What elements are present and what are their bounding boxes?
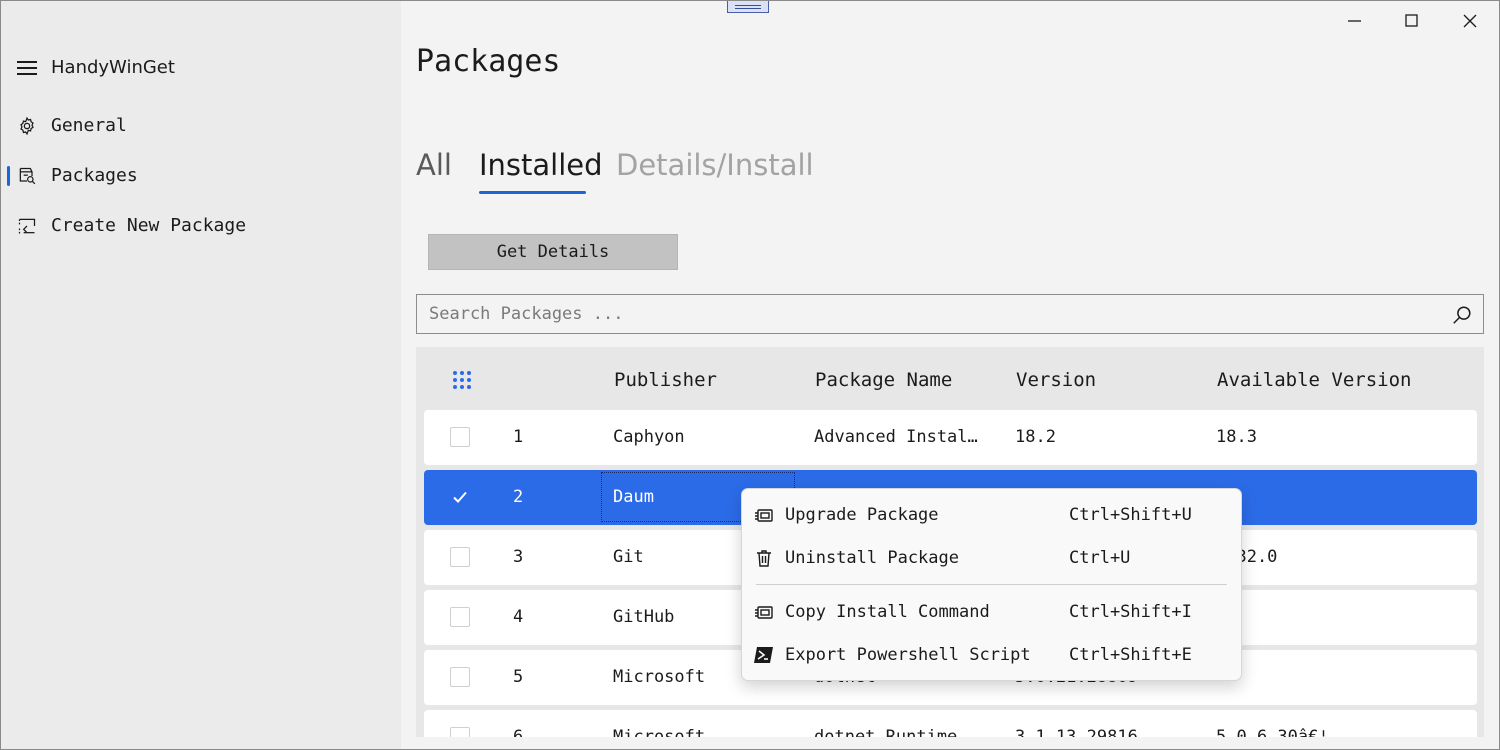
tab-installed[interactable]: Installed [479,148,603,182]
cell-publisher: Microsoft [613,727,706,737]
menu-item-shortcut: Ctrl+Shift+U [1069,505,1192,525]
page-title: Packages [416,44,561,79]
table-row[interactable]: 6 Microsoft dotnet Runtime 3.1.13.29816 … [424,710,1477,737]
select-all-grid-icon[interactable] [452,370,472,390]
row-number: 2 [513,487,524,507]
sidebar-item-label: Create New Package [51,215,247,236]
minimize-icon [1348,20,1361,22]
sidebar-item-label: Packages [51,165,138,186]
sidebar-item-label: General [51,115,127,136]
sidebar: HandyWinGet General Packages Create New … [1,1,401,749]
sidebar-item-packages[interactable]: Packages [7,156,395,196]
upgrade-package-icon [755,509,773,522]
column-header-package-name[interactable]: Package Name [815,369,952,391]
row-number: 5 [513,667,524,687]
sidebar-item-create-new-package[interactable]: Create New Package [7,206,395,246]
row-number: 6 [513,727,524,737]
maximize-button[interactable] [1389,6,1435,36]
create-package-icon [18,218,36,234]
column-header-version[interactable]: Version [1016,369,1096,391]
row-number: 1 [513,427,524,447]
selection-indicator [7,166,10,186]
cell-publisher: Microsoft [613,667,706,687]
trash-icon [757,550,771,567]
cell-available-version: 5.0.6.30â€¦ [1216,727,1329,737]
cell-version: 18.2 [1015,427,1056,447]
cell-publisher: Git [613,547,644,567]
sidebar-item-general[interactable]: General [7,106,395,146]
menu-item-uninstall-package[interactable]: Uninstall Package Ctrl+U [746,538,1237,578]
package-search-icon [19,167,36,185]
app-title: HandyWinGet [51,57,175,78]
search-input[interactable] [429,295,1439,333]
menu-item-shortcut: Ctrl+U [1069,548,1131,568]
context-menu: Upgrade Package Ctrl+Shift+U Uninstall P… [741,488,1242,681]
menu-item-label: Upgrade Package [785,505,939,525]
cell-available-version: 18.3 [1216,427,1257,447]
hamburger-menu-icon[interactable] [17,60,37,76]
checkmark-icon [453,491,467,503]
search-icon[interactable] [1451,304,1473,326]
tab-details-install[interactable]: Details/Install [616,148,814,182]
maximize-icon [1405,14,1418,27]
close-button[interactable] [1447,6,1493,36]
row-checkbox[interactable] [450,487,470,507]
menu-item-label: Uninstall Package [785,548,959,568]
search-box [416,294,1484,334]
get-details-button[interactable]: Get Details [428,234,678,270]
row-number: 3 [513,547,524,567]
column-header-available-version[interactable]: Available Version [1217,369,1411,391]
row-number: 4 [513,607,524,627]
menu-separator [756,584,1227,585]
menu-item-copy-install-command[interactable]: Copy Install Command Ctrl+Shift+I [746,592,1237,632]
tab-all[interactable]: All [416,148,452,182]
row-checkbox[interactable] [450,727,470,737]
cell-publisher: GitHub [613,607,675,627]
menu-item-label: Export Powershell Script [785,645,1031,665]
cell-package-name: dotnet Runtime [814,727,958,737]
table-row[interactable]: 1 Caphyon Advanced Instal… 18.2 18.3 [424,410,1477,465]
tab-selection-underline [479,191,586,194]
row-checkbox[interactable] [450,607,470,627]
gear-icon [20,116,34,136]
drag-handle[interactable] [727,0,769,13]
minimize-button[interactable] [1332,6,1378,36]
cell-publisher: Caphyon [613,427,685,447]
row-checkbox[interactable] [450,547,470,567]
row-checkbox[interactable] [450,667,470,687]
menu-item-label: Copy Install Command [785,602,990,622]
column-header-publisher[interactable]: Publisher [614,369,717,391]
cell-publisher: Daum [613,487,654,507]
powershell-icon [754,647,773,663]
menu-item-shortcut: Ctrl+Shift+I [1069,602,1192,622]
menu-item-upgrade-package[interactable]: Upgrade Package Ctrl+Shift+U [746,495,1237,535]
close-icon [1463,14,1477,28]
row-checkbox[interactable] [450,427,470,447]
copy-command-icon [755,606,773,619]
menu-item-export-powershell-script[interactable]: Export Powershell Script Ctrl+Shift+E [746,635,1237,675]
menu-item-shortcut: Ctrl+Shift+E [1069,645,1192,665]
cell-version: 3.1.13.29816 [1015,727,1138,737]
cell-package-name: Advanced Instal… [814,427,978,447]
